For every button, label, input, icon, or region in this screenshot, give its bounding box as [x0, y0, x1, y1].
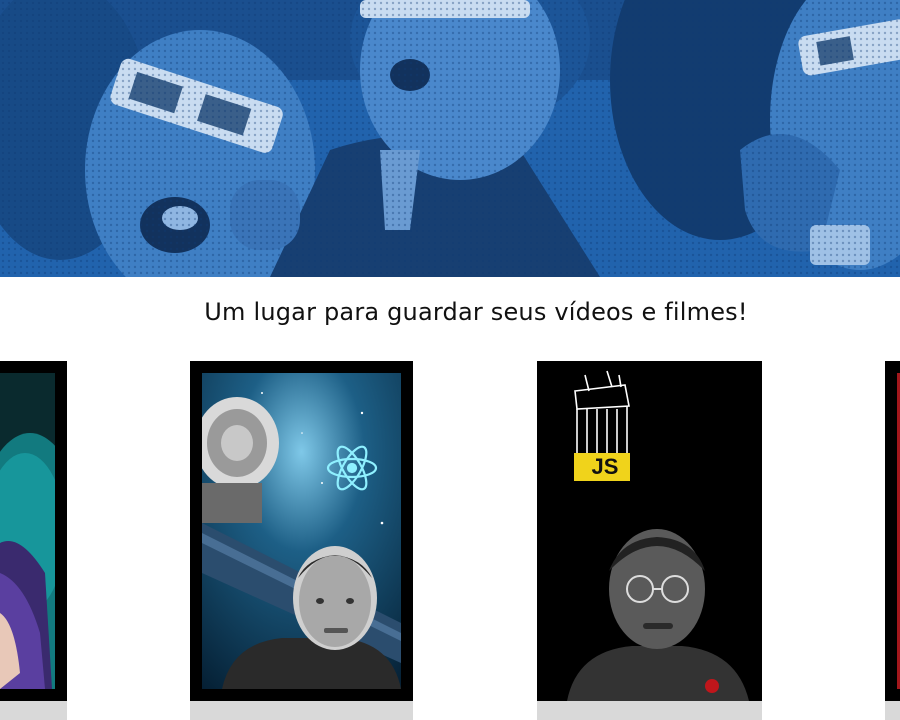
video-card-4-footer — [885, 701, 900, 720]
video-card-1[interactable] — [0, 361, 67, 701]
hero-image — [0, 0, 900, 277]
video-card-1-footer — [0, 701, 67, 720]
video-thumbnail-2 — [202, 373, 401, 689]
video-card-3-footer — [537, 701, 762, 720]
video-thumbnail-4 — [885, 361, 900, 701]
js-badge-label: JS — [592, 454, 619, 479]
video-card-3[interactable]: JS — [537, 361, 762, 701]
video-thumbnail-3: JS — [537, 361, 762, 701]
hero-banner — [0, 0, 900, 277]
video-card-4[interactable] — [885, 361, 900, 701]
section-tagline: Um lugar para guardar seus vídeos e film… — [204, 298, 748, 326]
video-card-2-footer — [190, 701, 413, 720]
video-thumbnail-1 — [0, 373, 55, 689]
video-card-2[interactable] — [190, 361, 413, 701]
